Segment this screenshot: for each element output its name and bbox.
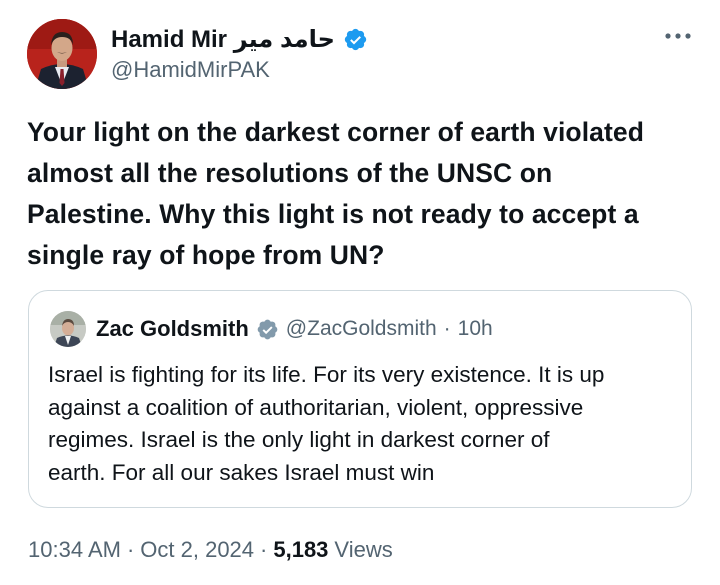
views-label[interactable]: Views	[334, 537, 392, 563]
tweet-text-line: almost all the resolutions of the UNSC o…	[27, 158, 553, 188]
tweet-text-line: Your light on the darkest corner of eart…	[27, 117, 645, 147]
quoted-author-handle[interactable]: @ZacGoldsmith	[286, 317, 437, 341]
quoted-author-row[interactable]: Zac Goldsmith @ZacGoldsmith · 10h	[96, 313, 493, 345]
quoted-text-line: against a coalition of authoritarian, vi…	[48, 394, 584, 420]
separator-dot: ·	[260, 537, 268, 562]
author-name-row[interactable]: Hamid Mir حامد میر	[111, 22, 368, 56]
separator-dot: ·	[126, 537, 135, 562]
quoted-text-line: earth. For all our sakes Israel must win	[48, 459, 435, 485]
quoted-tweet-text: Israel is fighting for its life. For its…	[48, 359, 678, 489]
more-options-button[interactable]	[660, 24, 696, 48]
person-portrait-icon	[50, 311, 86, 347]
views-count[interactable]: 5,183	[273, 537, 328, 563]
tweet-meta: 10:34 AM · Oct 2, 2024 · 5,183 Views	[28, 537, 393, 563]
author-name[interactable]: Hamid Mir حامد میر	[111, 25, 335, 54]
separator-dot: ·	[443, 317, 451, 340]
quoted-text-line: Israel is fighting for its life. For its…	[48, 362, 605, 387]
quoted-author-name[interactable]: Zac Goldsmith	[96, 316, 249, 342]
tweet-text-line: single ray of hope from UN?	[27, 240, 385, 270]
tweet-date[interactable]: Oct 2, 2024	[140, 537, 254, 563]
author-handle[interactable]: @HamidMirPAK	[111, 57, 270, 83]
author-avatar[interactable]	[27, 19, 97, 89]
quoted-text-line: regimes. Israel is the only light in dar…	[48, 427, 550, 452]
tweet-text-line: Palestine. Why this light is not ready t…	[27, 199, 639, 229]
more-options-icon	[665, 33, 691, 39]
tweet-time[interactable]: 10:34 AM	[28, 537, 121, 563]
quoted-tweet-card[interactable]: Zac Goldsmith @ZacGoldsmith · 10h Israel…	[28, 290, 692, 508]
person-portrait-icon	[27, 19, 97, 89]
quoted-author-avatar[interactable]	[50, 311, 86, 347]
tweet: Hamid Mir حامد میر @HamidMirPAK Your lig…	[0, 0, 720, 585]
verified-badge-icon[interactable]	[343, 27, 368, 52]
tweet-text: Your light on the darkest corner of eart…	[27, 112, 697, 276]
verified-badge-grey-icon[interactable]	[256, 318, 279, 341]
quoted-tweet-time[interactable]: 10h	[458, 317, 493, 341]
